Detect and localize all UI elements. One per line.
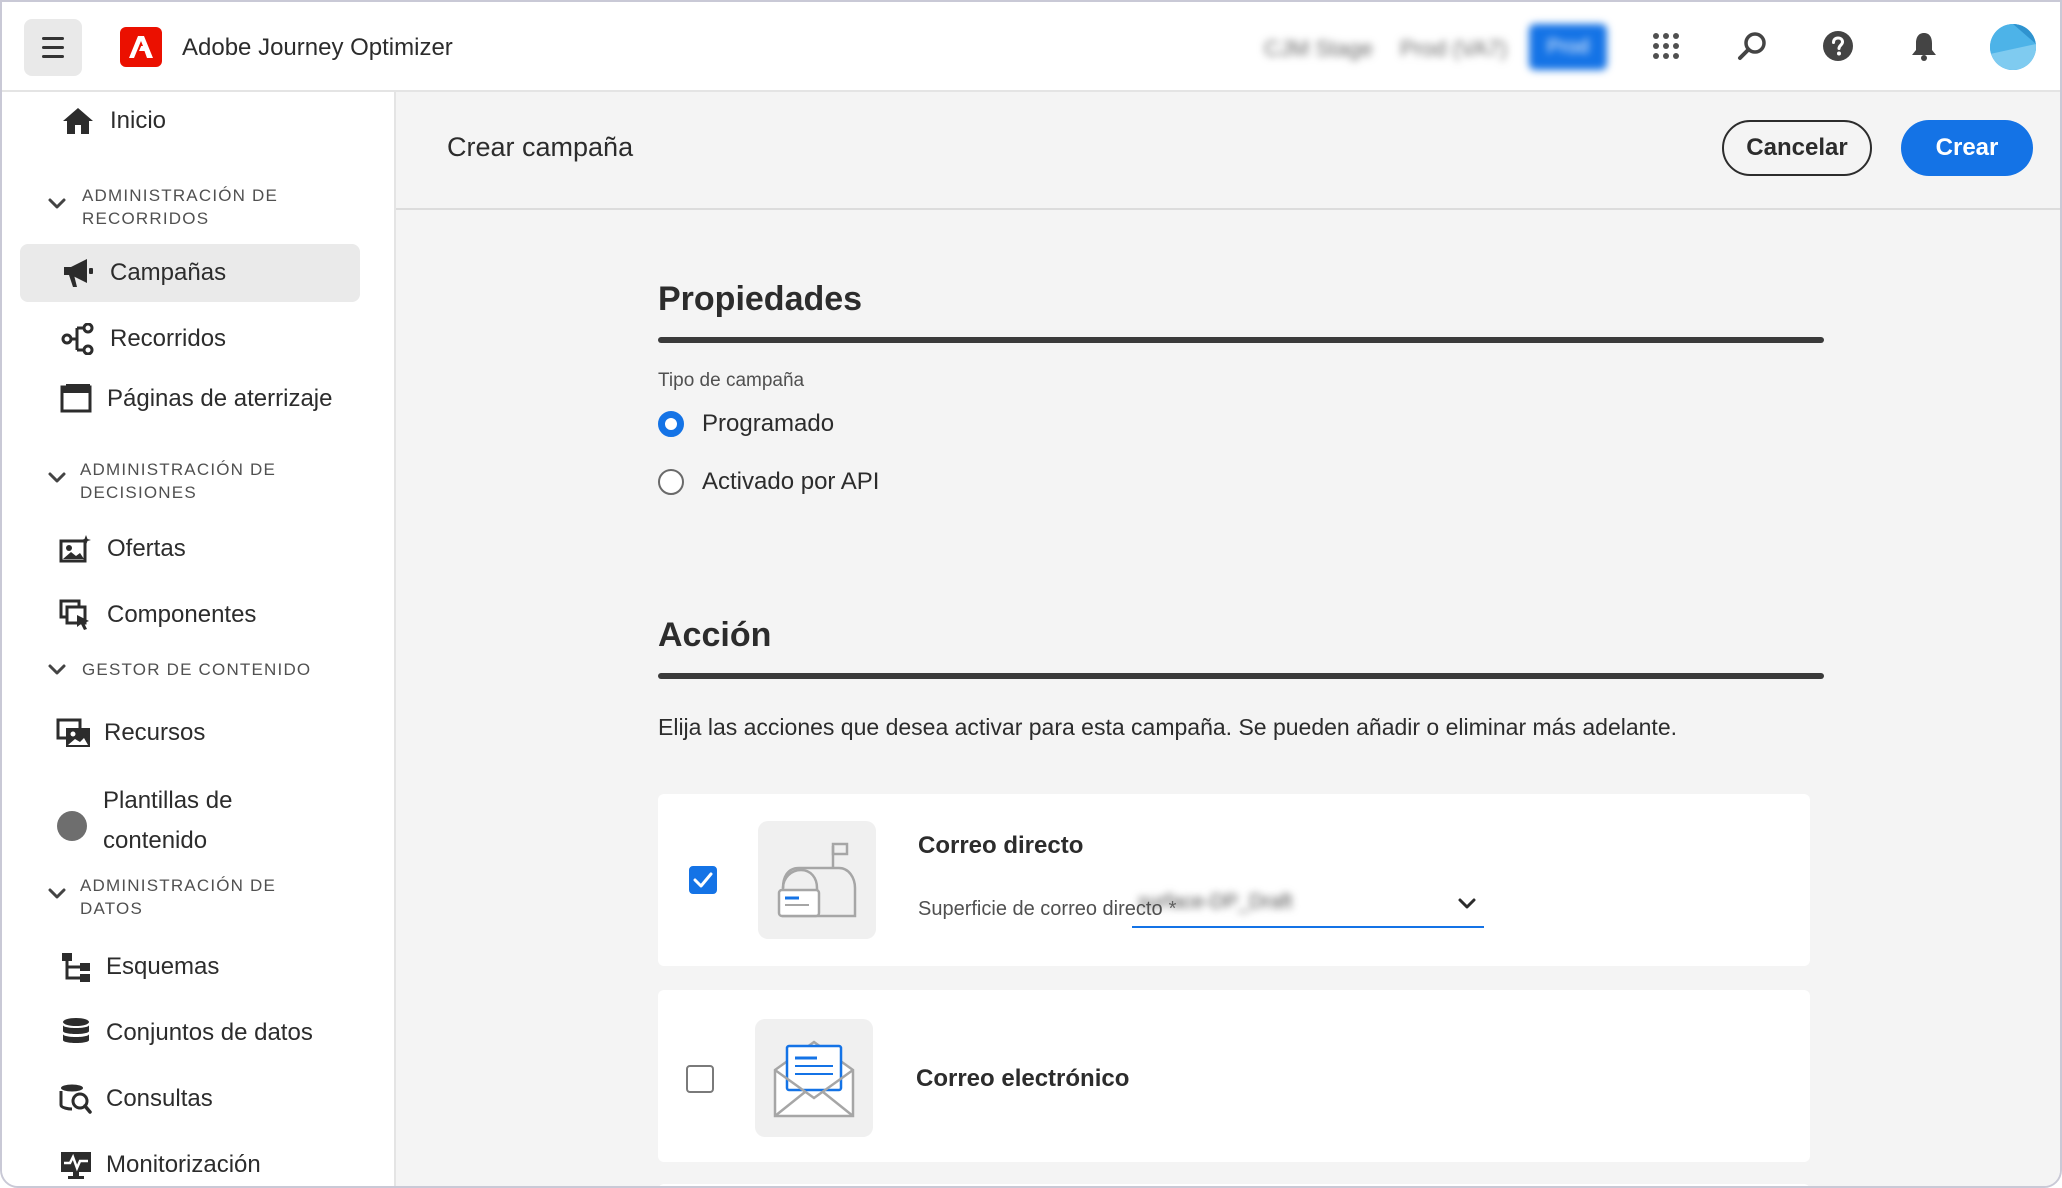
create-button[interactable]: Crear xyxy=(1901,120,2033,176)
landing-page-icon xyxy=(58,381,94,417)
search-icon[interactable] xyxy=(1734,28,1770,64)
email-envelope-icon xyxy=(755,1019,873,1137)
sidebar-item-journeys[interactable]: Recorridos xyxy=(20,310,360,368)
page-header: Crear campaña Cancelar Crear xyxy=(396,92,2060,210)
campaign-type-label: Tipo de campaña xyxy=(658,370,805,391)
sidebar-item-offers[interactable]: Ofertas xyxy=(20,520,360,578)
database-icon xyxy=(58,1015,94,1051)
assets-icon xyxy=(56,715,92,751)
sidebar-item-label: Ofertas xyxy=(107,535,186,562)
sidebar-item-datasets[interactable]: Conjuntos de datos xyxy=(20,1004,360,1062)
sidebar-item-label: Inicio xyxy=(110,107,167,134)
chevron-down-icon xyxy=(48,888,66,899)
radio-scheduled[interactable]: Programado xyxy=(658,410,834,438)
sidebar-section-data-admin[interactable]: ADMINISTRACIÓN DE DATOS xyxy=(46,874,310,920)
menu-toggle-button[interactable] xyxy=(24,19,82,76)
sidebar-section-label: GESTOR DE CONTENIDO xyxy=(82,660,312,679)
surface-picker[interactable]: surface-DP_Draft xyxy=(1132,878,1484,928)
org-switcher-option[interactable]: CJM Stage xyxy=(1264,36,1373,62)
radio-api-triggered[interactable]: Activado por API xyxy=(658,468,879,496)
megaphone-icon xyxy=(60,255,96,291)
action-description: Elija las acciones que desea activar par… xyxy=(658,714,1678,740)
channel-card-email: Correo electrónico xyxy=(658,990,1810,1162)
sidebar-item-campaigns[interactable]: Campañas xyxy=(20,244,360,302)
sidebar-item-label: Componentes xyxy=(107,601,257,628)
section-divider xyxy=(658,337,1824,343)
page-title: Crear campaña xyxy=(447,132,634,162)
sidebar-section-content-manager[interactable]: GESTOR DE CONTENIDO xyxy=(46,658,342,681)
sidebar-item-label: Recorridos xyxy=(110,325,227,352)
monitoring-icon xyxy=(58,1147,94,1183)
sidebar-section-label: ADMINISTRACIÓN DE RECORRIDOS xyxy=(82,186,279,228)
org-switcher-active[interactable]: Prod xyxy=(1529,24,1607,70)
apps-grid-icon[interactable] xyxy=(1648,28,1684,64)
properties-heading: Propiedades xyxy=(658,280,863,318)
channel-card-direct-mail: Correo directo Superficie de correo dire… xyxy=(658,794,1810,966)
sidebar-item-schemas[interactable]: Esquemas xyxy=(20,938,360,996)
sidebar-section-decision-admin[interactable]: ADMINISTRACIÓN DE DECISIONES xyxy=(46,458,310,504)
sidebar-item-label: contenido xyxy=(103,827,208,854)
check-icon xyxy=(693,872,713,888)
channel-title: Correo directo xyxy=(918,832,1084,859)
cancel-button[interactable]: Cancelar xyxy=(1722,120,1872,176)
schema-icon xyxy=(58,949,94,985)
radio-label: Programado xyxy=(702,410,835,437)
bell-icon[interactable] xyxy=(1906,28,1942,64)
direct-mail-icon xyxy=(758,821,876,939)
app-window: Adobe Journey Optimizer CJM Stage Prod (… xyxy=(0,0,2062,1188)
action-heading: Acción xyxy=(658,616,772,654)
main-panel: Crear campaña Cancelar Crear Propiedades… xyxy=(396,92,2060,1186)
radio-button-checked[interactable] xyxy=(658,411,684,437)
sidebar: Inicio ADMINISTRACIÓN DE RECORRIDOS Camp… xyxy=(2,92,396,1186)
journey-icon xyxy=(60,321,96,357)
adobe-logo-icon xyxy=(120,27,162,67)
sidebar-item-label: Plantillas de xyxy=(103,787,233,814)
sidebar-item-label: Consultas xyxy=(106,1085,213,1112)
sidebar-item-content-templates[interactable]: Plantillas de contenido xyxy=(20,776,360,876)
sidebar-item-monitoring[interactable]: Monitorización xyxy=(20,1136,360,1186)
sidebar-item-label: Campañas xyxy=(110,259,227,286)
direct-mail-checkbox[interactable] xyxy=(689,866,717,894)
section-divider xyxy=(658,673,1824,679)
components-icon xyxy=(58,597,94,633)
sidebar-item-label: Esquemas xyxy=(106,953,220,980)
channel-title: Correo electrónico xyxy=(916,1065,1130,1092)
help-icon[interactable] xyxy=(1820,28,1856,64)
home-icon xyxy=(60,103,96,139)
sidebar-item-assets[interactable]: Recursos xyxy=(20,704,360,762)
chevron-down-icon xyxy=(48,198,66,209)
channel-card-next xyxy=(658,1184,1810,1186)
sidebar-item-home[interactable]: Inicio xyxy=(20,92,360,150)
chevron-down-icon xyxy=(48,472,66,483)
sidebar-item-label: Páginas de aterrizaje xyxy=(107,385,333,412)
sidebar-item-components[interactable]: Componentes xyxy=(20,586,360,644)
sidebar-section-label: ADMINISTRACIÓN DE DATOS xyxy=(80,876,277,918)
chevron-down-icon xyxy=(1458,898,1476,909)
sidebar-section-label: ADMINISTRACIÓN DE DECISIONES xyxy=(80,460,277,502)
sidebar-item-label: Monitorización xyxy=(106,1151,261,1178)
sidebar-item-label: Conjuntos de datos xyxy=(106,1019,313,1046)
top-bar: Adobe Journey Optimizer CJM Stage Prod (… xyxy=(2,2,2060,92)
app-title: Adobe Journey Optimizer xyxy=(182,34,453,61)
sidebar-item-landing-pages[interactable]: Páginas de aterrizaje xyxy=(20,370,360,428)
template-icon xyxy=(54,808,90,844)
chevron-down-icon xyxy=(48,664,66,675)
surface-picker-value: surface-DP_Draft xyxy=(1138,890,1293,913)
radio-label: Activado por API xyxy=(702,468,880,495)
sidebar-section-journey-admin[interactable]: ADMINISTRACIÓN DE RECORRIDOS xyxy=(46,184,312,230)
avatar[interactable] xyxy=(1990,24,2036,70)
sidebar-item-label: Recursos xyxy=(104,719,206,746)
offers-icon xyxy=(58,531,94,567)
sidebar-item-queries[interactable]: Consultas xyxy=(20,1070,360,1128)
email-checkbox[interactable] xyxy=(686,1065,714,1093)
org-switcher-option[interactable]: Prod (VA7) xyxy=(1400,36,1507,62)
surface-label-text: Superficie de correo directo xyxy=(918,898,1163,920)
radio-button[interactable] xyxy=(658,469,684,495)
query-icon xyxy=(58,1081,94,1117)
